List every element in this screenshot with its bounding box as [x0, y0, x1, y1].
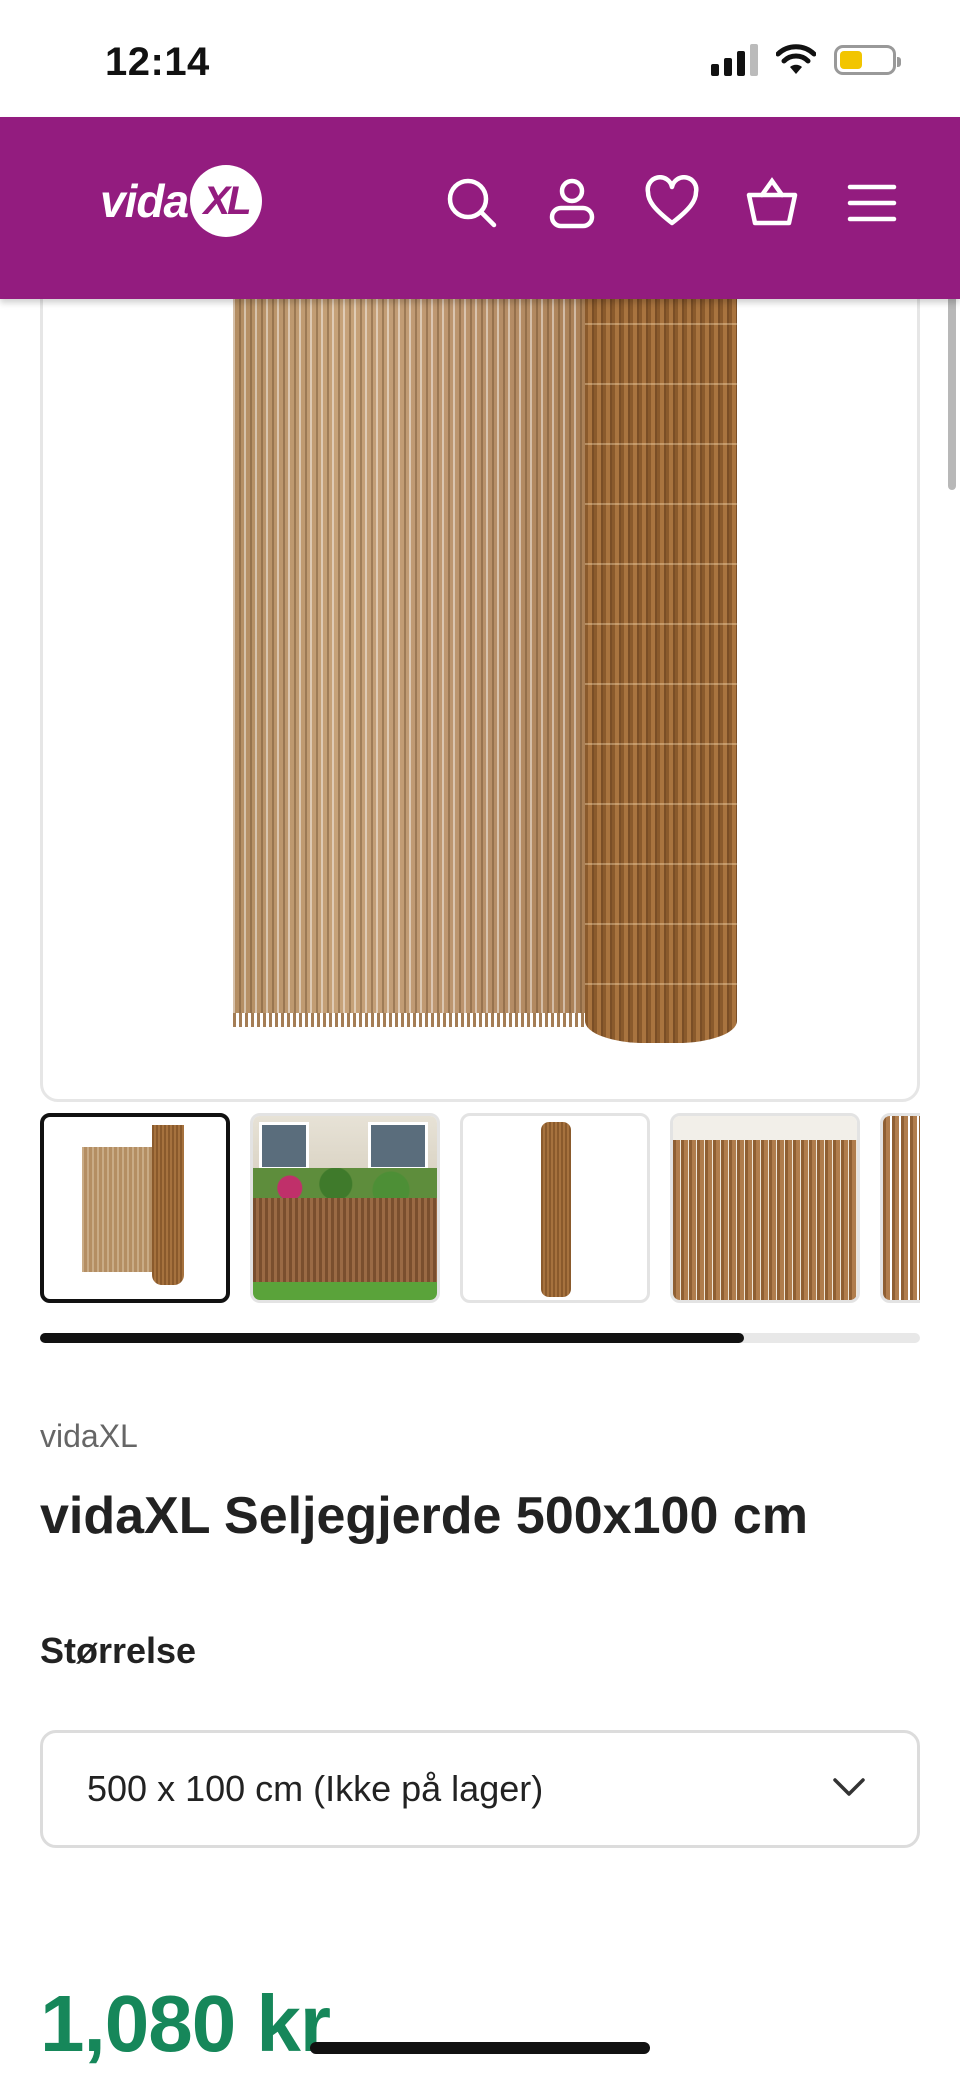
- thumbnail-closeup[interactable]: [670, 1113, 860, 1303]
- thumbnail-roll-front[interactable]: [40, 1113, 230, 1303]
- status-time: 12:14: [105, 40, 210, 84]
- thumbnail-partial[interactable]: [880, 1113, 920, 1303]
- gallery-scroll-track[interactable]: [40, 1333, 920, 1343]
- site-header: vida XL: [0, 117, 960, 299]
- main-product-image[interactable]: [40, 230, 920, 1102]
- home-indicator[interactable]: [310, 2042, 650, 2054]
- logo-text: vida: [100, 175, 189, 227]
- willow-fence-panel: [233, 293, 598, 1027]
- gallery-scroll-thumb[interactable]: [40, 1333, 744, 1343]
- willow-fence-roll: [585, 293, 737, 1043]
- vidaxl-logo[interactable]: vida XL: [100, 165, 263, 237]
- wishlist-heart-icon[interactable]: [644, 175, 700, 231]
- thumbnail-strip: [40, 1113, 920, 1303]
- menu-icon[interactable]: [844, 175, 900, 231]
- wifi-icon: [776, 44, 816, 74]
- product-price: 1,080 kr: [40, 1979, 331, 2068]
- product-title: vidaXL Seljegjerde 500x100 cm: [40, 1487, 808, 1545]
- cellular-signal-icon: [711, 44, 758, 76]
- logo-badge: XL: [190, 165, 263, 237]
- basket-icon[interactable]: [744, 175, 800, 231]
- chevron-down-icon: [829, 1767, 869, 1812]
- product-brand[interactable]: vidaXL: [40, 1418, 138, 1455]
- thumbnail-rolled-up[interactable]: [460, 1113, 650, 1303]
- thumbnail-garden-fence[interactable]: [250, 1113, 440, 1303]
- size-label: Størrelse: [40, 1630, 197, 1671]
- status-bar: 12:14: [0, 0, 960, 118]
- battery-icon: [834, 45, 901, 75]
- size-selected-value: 500 x 100 cm (Ikke på lager): [87, 1768, 544, 1809]
- size-select[interactable]: 500 x 100 cm (Ikke på lager): [40, 1730, 920, 1848]
- account-icon[interactable]: [544, 175, 600, 231]
- search-icon[interactable]: [444, 175, 500, 231]
- header-actions: [444, 175, 900, 231]
- status-icons: [711, 44, 901, 76]
